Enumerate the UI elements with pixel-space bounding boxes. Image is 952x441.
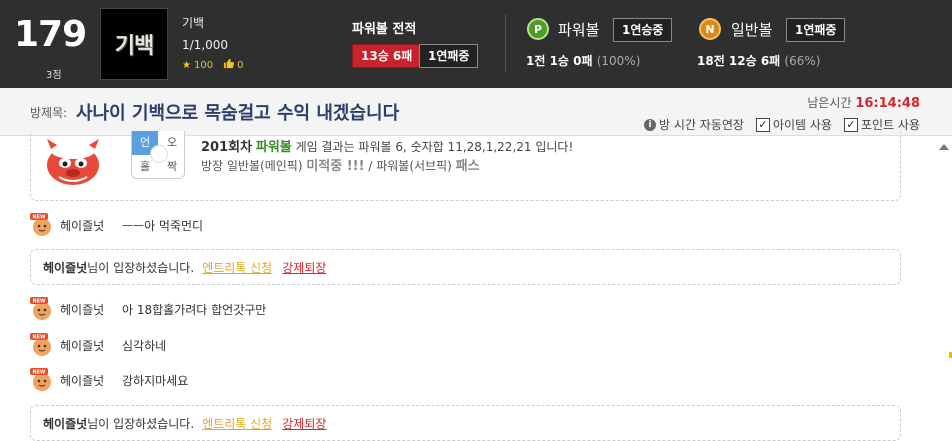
normalball-record: 18전 12승 6패 (66%)	[697, 54, 821, 68]
powerball-icon: P	[527, 18, 549, 40]
user-stats: ★ 100 0	[182, 58, 244, 72]
new-user-avatar-icon: NEW	[30, 213, 51, 236]
chat-message: NEW 헤이즐넛 강하지마세요	[30, 368, 188, 392]
chat-text: ㅡㅡ아 먹죽먼디	[122, 218, 204, 233]
divider	[505, 14, 506, 72]
new-user-avatar-icon: NEW	[30, 368, 51, 391]
thumbs-up-icon	[223, 58, 234, 72]
room-title: 사나이 기백으로 목숨걸고 수익 내겠습니다	[76, 103, 400, 124]
chat-text: 아 18합홀가려다 합언갓구만	[122, 302, 267, 317]
record-badge: 13승 6패	[352, 44, 422, 68]
user-count: 1/1,000	[182, 38, 229, 52]
user-name[interactable]: 기백	[182, 14, 204, 31]
force-kick-link[interactable]: 강제퇴장	[282, 415, 326, 432]
chat-nick[interactable]: 헤이즐넛	[60, 217, 122, 234]
point-use-checkbox[interactable]: ✓	[843, 117, 858, 132]
new-user-avatar-icon: NEW	[30, 297, 51, 320]
chat-nick[interactable]: 헤이즐넛	[60, 372, 122, 389]
star-icon: ★	[182, 59, 191, 71]
normalball-label: 일반볼	[731, 21, 773, 39]
user-rank: 179	[14, 14, 87, 55]
enter-notice: 헤이즐넛 님이 입장하셨습니다. 엔트리톡 신청 강제퇴장	[30, 249, 901, 285]
result-compass: 언 오 홀 짝	[131, 131, 185, 179]
powerball-label: 파워볼	[558, 21, 600, 39]
new-user-avatar-icon: NEW	[30, 333, 51, 356]
streak-badge: 1연패중	[419, 44, 479, 68]
svg-text:NEW: NEW	[32, 215, 46, 221]
powerball-record-title: 파워볼 전적	[352, 22, 417, 37]
info-icon: i	[644, 118, 657, 131]
chat-text: 심각하네	[122, 338, 167, 353]
result-pick-text: 방장 일반볼(메인픽) 미적중 !!! / 파워볼(서브픽) 패스	[201, 159, 480, 174]
chat-nick[interactable]: 헤이즐넛	[60, 301, 122, 318]
scroll-up-arrow-icon[interactable]	[939, 144, 949, 150]
chat-message: NEW 헤이즐넛 아 18합홀가려다 합언갓구만	[30, 297, 266, 321]
room-logo: 기백	[100, 8, 168, 80]
top-header: 179 3점 기백 기백 1/1,000 ★ 100 0 파워볼 전적 13승 6…	[0, 0, 952, 88]
normalball-streak-badge: 1연패중	[786, 18, 846, 42]
game-result-box: 언 오 홀 짝 201회차 파워볼 게임 결과는 파워볼 6, 숫자합 11,2…	[30, 131, 901, 201]
normalball-icon: N	[699, 18, 721, 40]
svg-text:NEW: NEW	[32, 370, 46, 376]
result-text: 201회차 파워볼 게임 결과는 파워볼 6, 숫자합 11,28,1,22,2…	[201, 140, 574, 155]
svg-text:NEW: NEW	[32, 335, 46, 341]
chat-area[interactable]: 언 오 홀 짝 201회차 파워볼 게임 결과는 파워볼 6, 숫자합 11,2…	[0, 131, 952, 441]
entry-talk-request-link[interactable]: 엔트리톡 신청	[202, 415, 272, 432]
mascot-icon	[47, 139, 99, 185]
force-kick-link[interactable]: 강제퇴장	[282, 259, 326, 276]
user-rank-sub: 3점	[46, 70, 62, 81]
chat-message: NEW 헤이즐넛 ㅡㅡ아 먹죽먼디	[30, 213, 203, 237]
enter-notice: 헤이즐넛 님이 입장하셨습니다. 엔트리톡 신청 강제퇴장	[30, 405, 901, 441]
chat-message: NEW 헤이즐넛 심각하네	[30, 333, 166, 357]
logo-text: 기백	[114, 34, 154, 59]
room-title-bar: 방제목: 사나이 기백으로 목숨걸고 수익 내겠습니다 남은시간 16:14:4…	[0, 88, 952, 136]
room-title-label: 방제목:	[30, 106, 68, 120]
svg-text:NEW: NEW	[32, 299, 46, 305]
timer-value: 16:14:48	[855, 96, 920, 111]
powerball-streak-badge: 1연승중	[613, 18, 673, 42]
item-use-checkbox[interactable]: ✓	[755, 117, 770, 132]
remaining-time: 남은시간 16:14:48	[807, 96, 920, 111]
powerball-record: 1전 1승 0패 (100%)	[526, 54, 641, 68]
chat-nick[interactable]: 헤이즐넛	[60, 337, 122, 354]
chat-text: 강하지마세요	[122, 373, 189, 388]
entry-talk-request-link[interactable]: 엔트리톡 신청	[202, 259, 272, 276]
